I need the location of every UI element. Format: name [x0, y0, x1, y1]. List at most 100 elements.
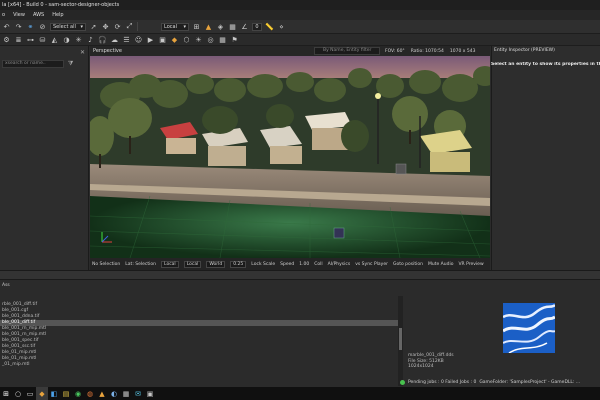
character-icon[interactable]: ☺	[134, 35, 143, 44]
collision-toggle[interactable]: Coll	[314, 262, 322, 267]
chat-taskbar-icon[interactable]: ✉	[132, 387, 144, 400]
coordinate-system-dropdown[interactable]: Local ▾	[161, 22, 189, 31]
explorer-taskbar-icon[interactable]: ▤	[60, 387, 72, 400]
store-taskbar-icon[interactable]: ▦	[120, 387, 132, 400]
asset-list-scroll-thumb[interactable]	[399, 328, 402, 350]
snap-to-object-icon[interactable]: ◈	[216, 22, 225, 31]
coord-local-field[interactable]: Local	[161, 260, 179, 268]
selection-dropdown-value: Select all	[53, 23, 76, 30]
coord-world-field[interactable]: World	[206, 260, 226, 268]
firefox-taskbar-icon[interactable]: ◍	[84, 387, 96, 400]
mesh-icon[interactable]: ⬡	[182, 35, 191, 44]
terrain-icon[interactable]: ◭	[50, 35, 59, 44]
cortana-icon[interactable]: ○	[12, 387, 24, 400]
grid-snap-icon[interactable]: ▦	[228, 22, 237, 31]
light-icon[interactable]: ☀	[194, 35, 203, 44]
viewport-tab-perspective[interactable]: Perspective	[93, 48, 122, 54]
particles-icon[interactable]: ✳	[74, 35, 83, 44]
material-icon[interactable]: ◑	[62, 35, 71, 44]
windows-logo-icon[interactable]: ⊞	[0, 387, 12, 400]
database-icon[interactable]: ⛁	[38, 35, 47, 44]
divider	[137, 22, 138, 31]
preview-file-name: marble_001_diff.dds	[408, 353, 454, 358]
entity-outliner-panel	[0, 46, 89, 270]
ruler-icon[interactable]: 📏	[265, 22, 274, 31]
speed-value[interactable]: 1.00	[299, 262, 309, 267]
asset-file-list: rble_001_diff.tif ble_001.cgf ble_001_dd…	[0, 302, 398, 382]
editor-taskbar-icon[interactable]: ◧	[48, 387, 60, 400]
chevron-down-icon: ▾	[80, 23, 83, 30]
undo-icon[interactable]: ↶	[2, 22, 11, 31]
snap-size-field[interactable]: 0.25	[230, 260, 247, 268]
outliner-search-input[interactable]: xsearch or name..	[2, 60, 64, 68]
close-icon[interactable]: ✕	[80, 49, 85, 56]
marble-texture-image	[503, 303, 555, 353]
window-title: la [x64] - Build 0 - sam-sector-designer…	[0, 0, 600, 10]
lumberyard-icon[interactable]: ◆	[170, 35, 179, 44]
chevron-down-icon: ▾	[183, 23, 186, 30]
folder-taskbar-icon[interactable]: ▣	[144, 387, 156, 400]
terrain-snap-icon[interactable]: ▲	[204, 22, 213, 31]
entity-inspector-panel	[491, 46, 600, 270]
coordinate-system-value: Local	[164, 23, 177, 30]
inspector-tab[interactable]: Entity Inspector (PREVIEW)	[492, 47, 555, 55]
axis-lock-icon[interactable]: ⊞	[192, 22, 201, 31]
vlc-taskbar-icon[interactable]: ▲	[96, 387, 108, 400]
animation-icon[interactable]: ▶	[146, 35, 155, 44]
project-status: GameFolder: 'SamplesProject' - GameDLL: …	[479, 380, 581, 385]
move-icon[interactable]: ✥	[101, 22, 110, 31]
lat-selection-status: Lat: Selection	[125, 261, 157, 267]
flow-graph-icon[interactable]: ⊶	[26, 35, 35, 44]
task-view-icon[interactable]: ▭	[24, 387, 36, 400]
debug-icon[interactable]: ⚑	[230, 35, 239, 44]
list-item[interactable]: _01_mip.mtl	[0, 362, 398, 368]
lock-scale-toggle[interactable]: Lock Scale	[251, 262, 275, 267]
gear-icon[interactable]: ⚙	[2, 35, 11, 44]
headphones-icon[interactable]: 🎧	[98, 35, 107, 44]
texture-preview	[503, 303, 555, 353]
ratio-readout: Ratio: 1070:54	[410, 48, 444, 54]
redo-icon[interactable]: ↷	[14, 22, 23, 31]
grid-icon[interactable]: ▦	[218, 35, 227, 44]
status-ok-icon	[400, 380, 405, 385]
chrome-taskbar-icon[interactable]: ◉	[72, 387, 84, 400]
filter-icon[interactable]: ⧩	[68, 60, 73, 68]
scale-icon[interactable]: ⤢	[125, 22, 134, 31]
menu-item-file[interactable]: o	[2, 12, 5, 18]
goto-position-button[interactable]: Goto position	[393, 262, 423, 267]
preview-info: marble_001_diff.dds File Size: 512KB 102…	[408, 353, 454, 370]
panel-splitter[interactable]	[0, 270, 600, 280]
snap-value-input[interactable]: 0	[252, 22, 262, 31]
select-icon[interactable]: ➚	[89, 22, 98, 31]
menu-item-view[interactable]: View	[13, 12, 25, 18]
os-taskbar: ⊞ ○ ▭ ◆ ◧ ▤ ◉ ◍ ▲ ◐ ▦ ✉ ▣	[0, 387, 600, 400]
menu-item-aws[interactable]: AWS	[33, 12, 44, 18]
3d-viewport[interactable]	[90, 56, 490, 258]
vertex-snap-icon[interactable]: ⋄	[277, 22, 286, 31]
rotate-icon[interactable]: ⟳	[113, 22, 122, 31]
audio-icon[interactable]: ♪	[86, 35, 95, 44]
mute-audio-toggle[interactable]: Mute Audio	[428, 262, 454, 267]
speed-label: Speed	[280, 261, 295, 267]
media-taskbar-icon[interactable]: ◐	[108, 387, 120, 400]
ui-editor-icon[interactable]: ▣	[158, 35, 167, 44]
selection-dropdown[interactable]: Select all ▾	[50, 22, 86, 31]
layers-icon[interactable]: ≣	[14, 35, 23, 44]
menu-item-help[interactable]: Help	[52, 12, 63, 18]
fov-readout: FOV: 60°	[385, 48, 405, 54]
vr-preview-toggle[interactable]: VR Preview	[458, 262, 483, 267]
angle-snap-icon[interactable]: ∠	[240, 22, 249, 31]
ai-physics-toggle[interactable]: AI/Physics	[328, 262, 351, 267]
unlink-icon[interactable]: ⊘	[38, 22, 47, 31]
camera-icon[interactable]: ◎	[206, 35, 215, 44]
inspector-empty-message: Select an entity to show its properties …	[491, 62, 600, 67]
sync-player-toggle[interactable]: vs Sync Player	[355, 262, 388, 267]
coord-local-field-2[interactable]: Local	[183, 260, 202, 268]
viewport-stats: FOV: 60° Ratio: 1070:54 1070 x 543	[385, 46, 475, 56]
lumberyard-taskbar-icon[interactable]: ◆	[36, 387, 48, 400]
viewport-search-input[interactable]: By Name, Entity filter	[314, 47, 380, 55]
link-icon[interactable]: ⚭	[26, 22, 35, 31]
cloud-icon[interactable]: ☁	[110, 35, 119, 44]
script-icon[interactable]: ☰	[122, 35, 131, 44]
preview-dimensions: 1024x1024	[408, 364, 434, 369]
